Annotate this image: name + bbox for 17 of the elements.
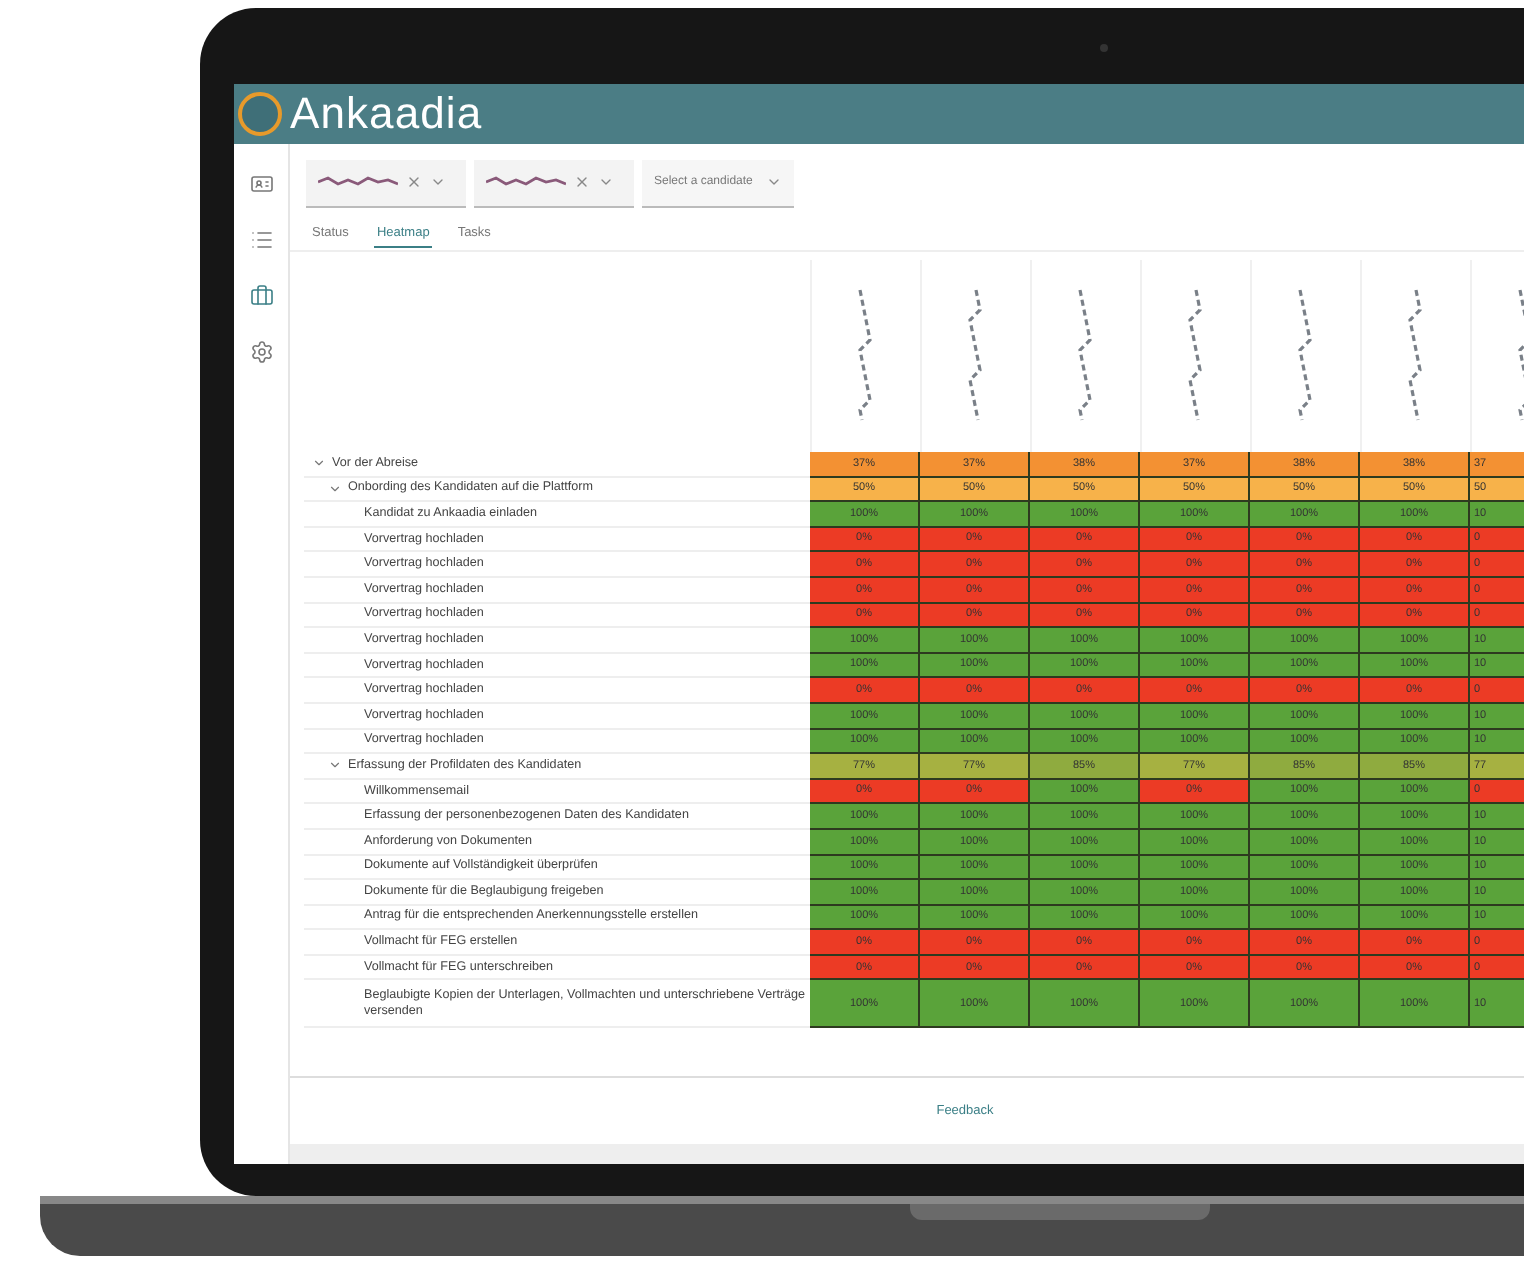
logo-ring-icon <box>238 92 282 136</box>
logo-text: Ankaadia <box>290 92 483 136</box>
chevron-down-icon[interactable] <box>430 174 446 190</box>
chevron-down-icon[interactable] <box>598 174 614 190</box>
candidate-chip[interactable] <box>474 159 634 207</box>
settings-icon[interactable] <box>249 340 273 364</box>
briefcase-icon[interactable] <box>249 284 273 308</box>
id-card-icon[interactable] <box>249 172 273 196</box>
chevron-down-icon[interactable] <box>328 481 342 496</box>
chevron-down-icon[interactable] <box>328 758 342 773</box>
close-icon[interactable] <box>574 174 590 190</box>
candidate-chip[interactable] <box>306 159 466 207</box>
chevron-down-icon[interactable] <box>312 456 326 471</box>
chevron-down-icon <box>766 174 782 190</box>
redacted-name-drawing <box>318 176 398 188</box>
close-icon[interactable] <box>406 174 422 190</box>
redacted-name-drawing <box>486 176 566 188</box>
